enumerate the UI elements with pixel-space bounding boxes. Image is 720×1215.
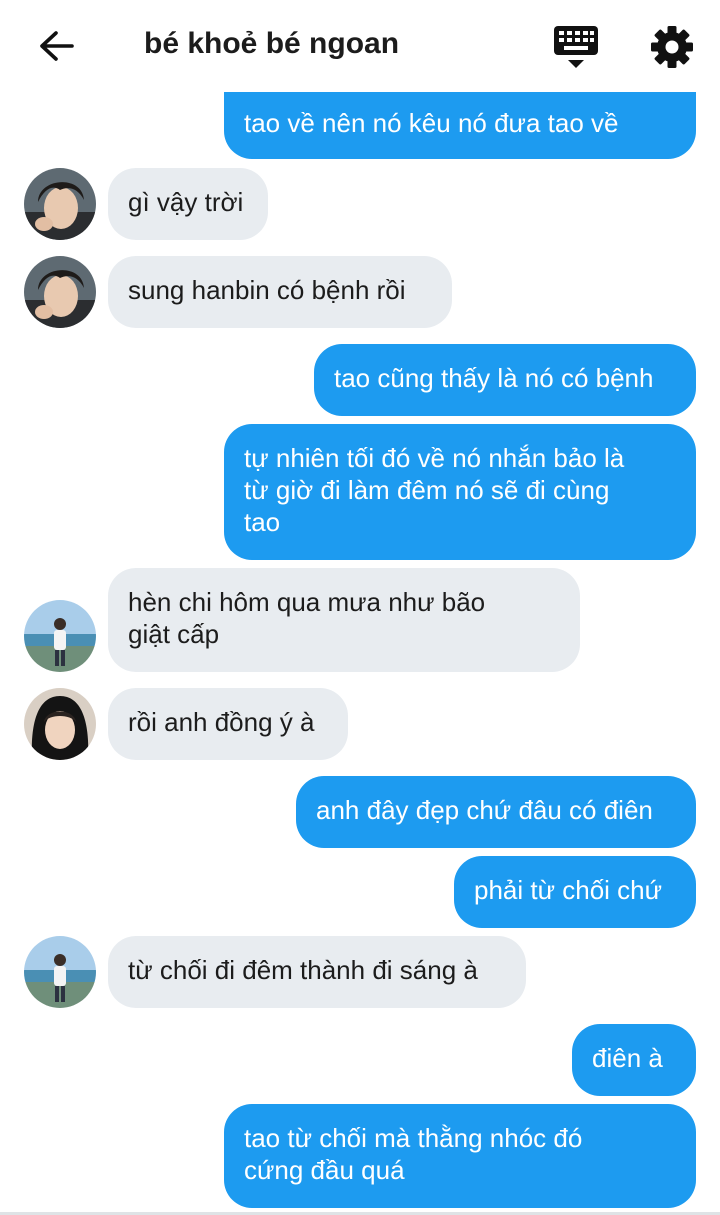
message-bubble-incoming[interactable]: sung hanbin có bệnh rồi <box>108 256 452 328</box>
message-bubble-incoming[interactable]: rồi anh đồng ý à <box>108 688 348 760</box>
message-bubble-outgoing[interactable]: phải từ chối chứ <box>454 856 696 928</box>
message-bubble-outgoing[interactable]: tao từ chối mà thằng nhóc đó cứng đầu qu… <box>224 1104 696 1208</box>
avatar-hood[interactable] <box>24 688 96 760</box>
keyboard-button[interactable] <box>552 22 600 72</box>
avatar-dark-hair[interactable] <box>24 168 96 240</box>
message-bubble-outgoing[interactable]: anh đây đẹp chứ đâu có điên <box>296 776 696 848</box>
avatar-dark-hair[interactable] <box>24 256 96 328</box>
message-bubble-incoming[interactable]: từ chối đi đêm thành đi sáng à <box>108 936 526 1008</box>
keyboard-icon <box>554 26 598 68</box>
gear-icon <box>651 26 693 68</box>
settings-button[interactable] <box>649 24 695 70</box>
message-bubble-outgoing[interactable]: tao cũng thấy là nó có bệnh <box>314 344 696 416</box>
message-bubble-incoming[interactable]: hèn chi hôm qua mưa như bão giật cấp <box>108 568 580 672</box>
back-button[interactable] <box>34 26 78 66</box>
message-bubble-incoming[interactable]: gì vậy trời <box>108 168 268 240</box>
message-bubble-outgoing[interactable]: tự nhiên tối đó về nó nhắn bảo là từ giờ… <box>224 424 696 560</box>
avatar-beach[interactable] <box>24 600 96 672</box>
arrow-left-icon <box>40 31 74 61</box>
avatar-beach[interactable] <box>24 936 96 1008</box>
conversation-title: bé khoẻ bé ngoan <box>144 27 400 60</box>
chat-header: bé khoẻ bé ngoan <box>0 0 720 92</box>
message-bubble-outgoing[interactable]: điên à <box>572 1024 696 1096</box>
message-list[interactable]: tao về nên nó kêu nó đưa tao về gì vậy t… <box>0 0 720 1215</box>
